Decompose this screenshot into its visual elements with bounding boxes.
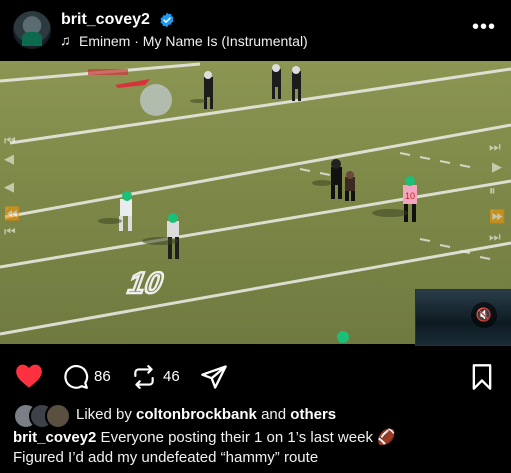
prev-frame-icon[interactable]: ◀ xyxy=(4,179,14,195)
pause-icon[interactable]: ⏸ xyxy=(489,183,496,199)
verified-badge-icon xyxy=(160,12,174,28)
liked-by-others-link[interactable]: others xyxy=(290,406,336,423)
likes-row: Liked by coltonbrockbank and others xyxy=(0,402,511,429)
send-icon[interactable] xyxy=(200,363,228,391)
bookmark-icon[interactable] xyxy=(470,363,494,391)
skip-back-2-icon[interactable]: ⏮ xyxy=(4,224,16,240)
avatar[interactable] xyxy=(13,11,51,49)
username[interactable]: brit_covey2 xyxy=(61,11,150,29)
step-back-icon[interactable]: ◀ xyxy=(4,151,14,167)
speaker-muted-icon: 🔇 xyxy=(471,302,497,328)
repost-count: 46 xyxy=(163,368,180,385)
caption-line-2: Figured I’d add my undefeated “hammy” ro… xyxy=(13,449,319,466)
liker-avatar[interactable] xyxy=(45,403,71,429)
post-header: brit_covey2 ♫ Eminem · My Name Is (Instr… xyxy=(0,0,511,60)
fast-forward-icon[interactable]: ⏩ xyxy=(489,209,505,225)
jersey-number: 10 xyxy=(405,191,415,201)
comment-icon[interactable] xyxy=(63,364,89,390)
song-label[interactable]: Eminem · My Name Is (Instrumental) xyxy=(79,33,308,49)
rewind-icon[interactable]: ⏮ xyxy=(4,133,16,149)
skip-back-icon[interactable]: ⏪ xyxy=(4,206,20,222)
more-options-icon[interactable]: ••• xyxy=(472,16,496,39)
skip-end-icon[interactable]: ⏭ xyxy=(489,229,501,245)
play-icon[interactable]: ▶ xyxy=(492,159,502,175)
mute-toggle[interactable]: 🔇 xyxy=(415,289,511,346)
liked-by-user-link[interactable]: coltonbrockbank xyxy=(136,406,257,423)
skip-forward-icon[interactable]: ⏭ xyxy=(489,139,501,155)
action-bar: 86 46 xyxy=(0,350,511,400)
caption: brit_covey2 Everyone posting their 1 on … xyxy=(13,428,503,468)
repost-icon[interactable] xyxy=(131,364,157,390)
caption-line-1: Everyone posting their 1 on 1’s last wee… xyxy=(96,429,396,446)
music-note-icon: ♫ xyxy=(60,32,71,48)
comment-count: 86 xyxy=(94,368,111,385)
liked-by-text: Liked by coltonbrockbank and others xyxy=(76,406,337,423)
heart-filled-icon[interactable] xyxy=(15,363,43,389)
caption-username[interactable]: brit_covey2 xyxy=(13,429,96,446)
